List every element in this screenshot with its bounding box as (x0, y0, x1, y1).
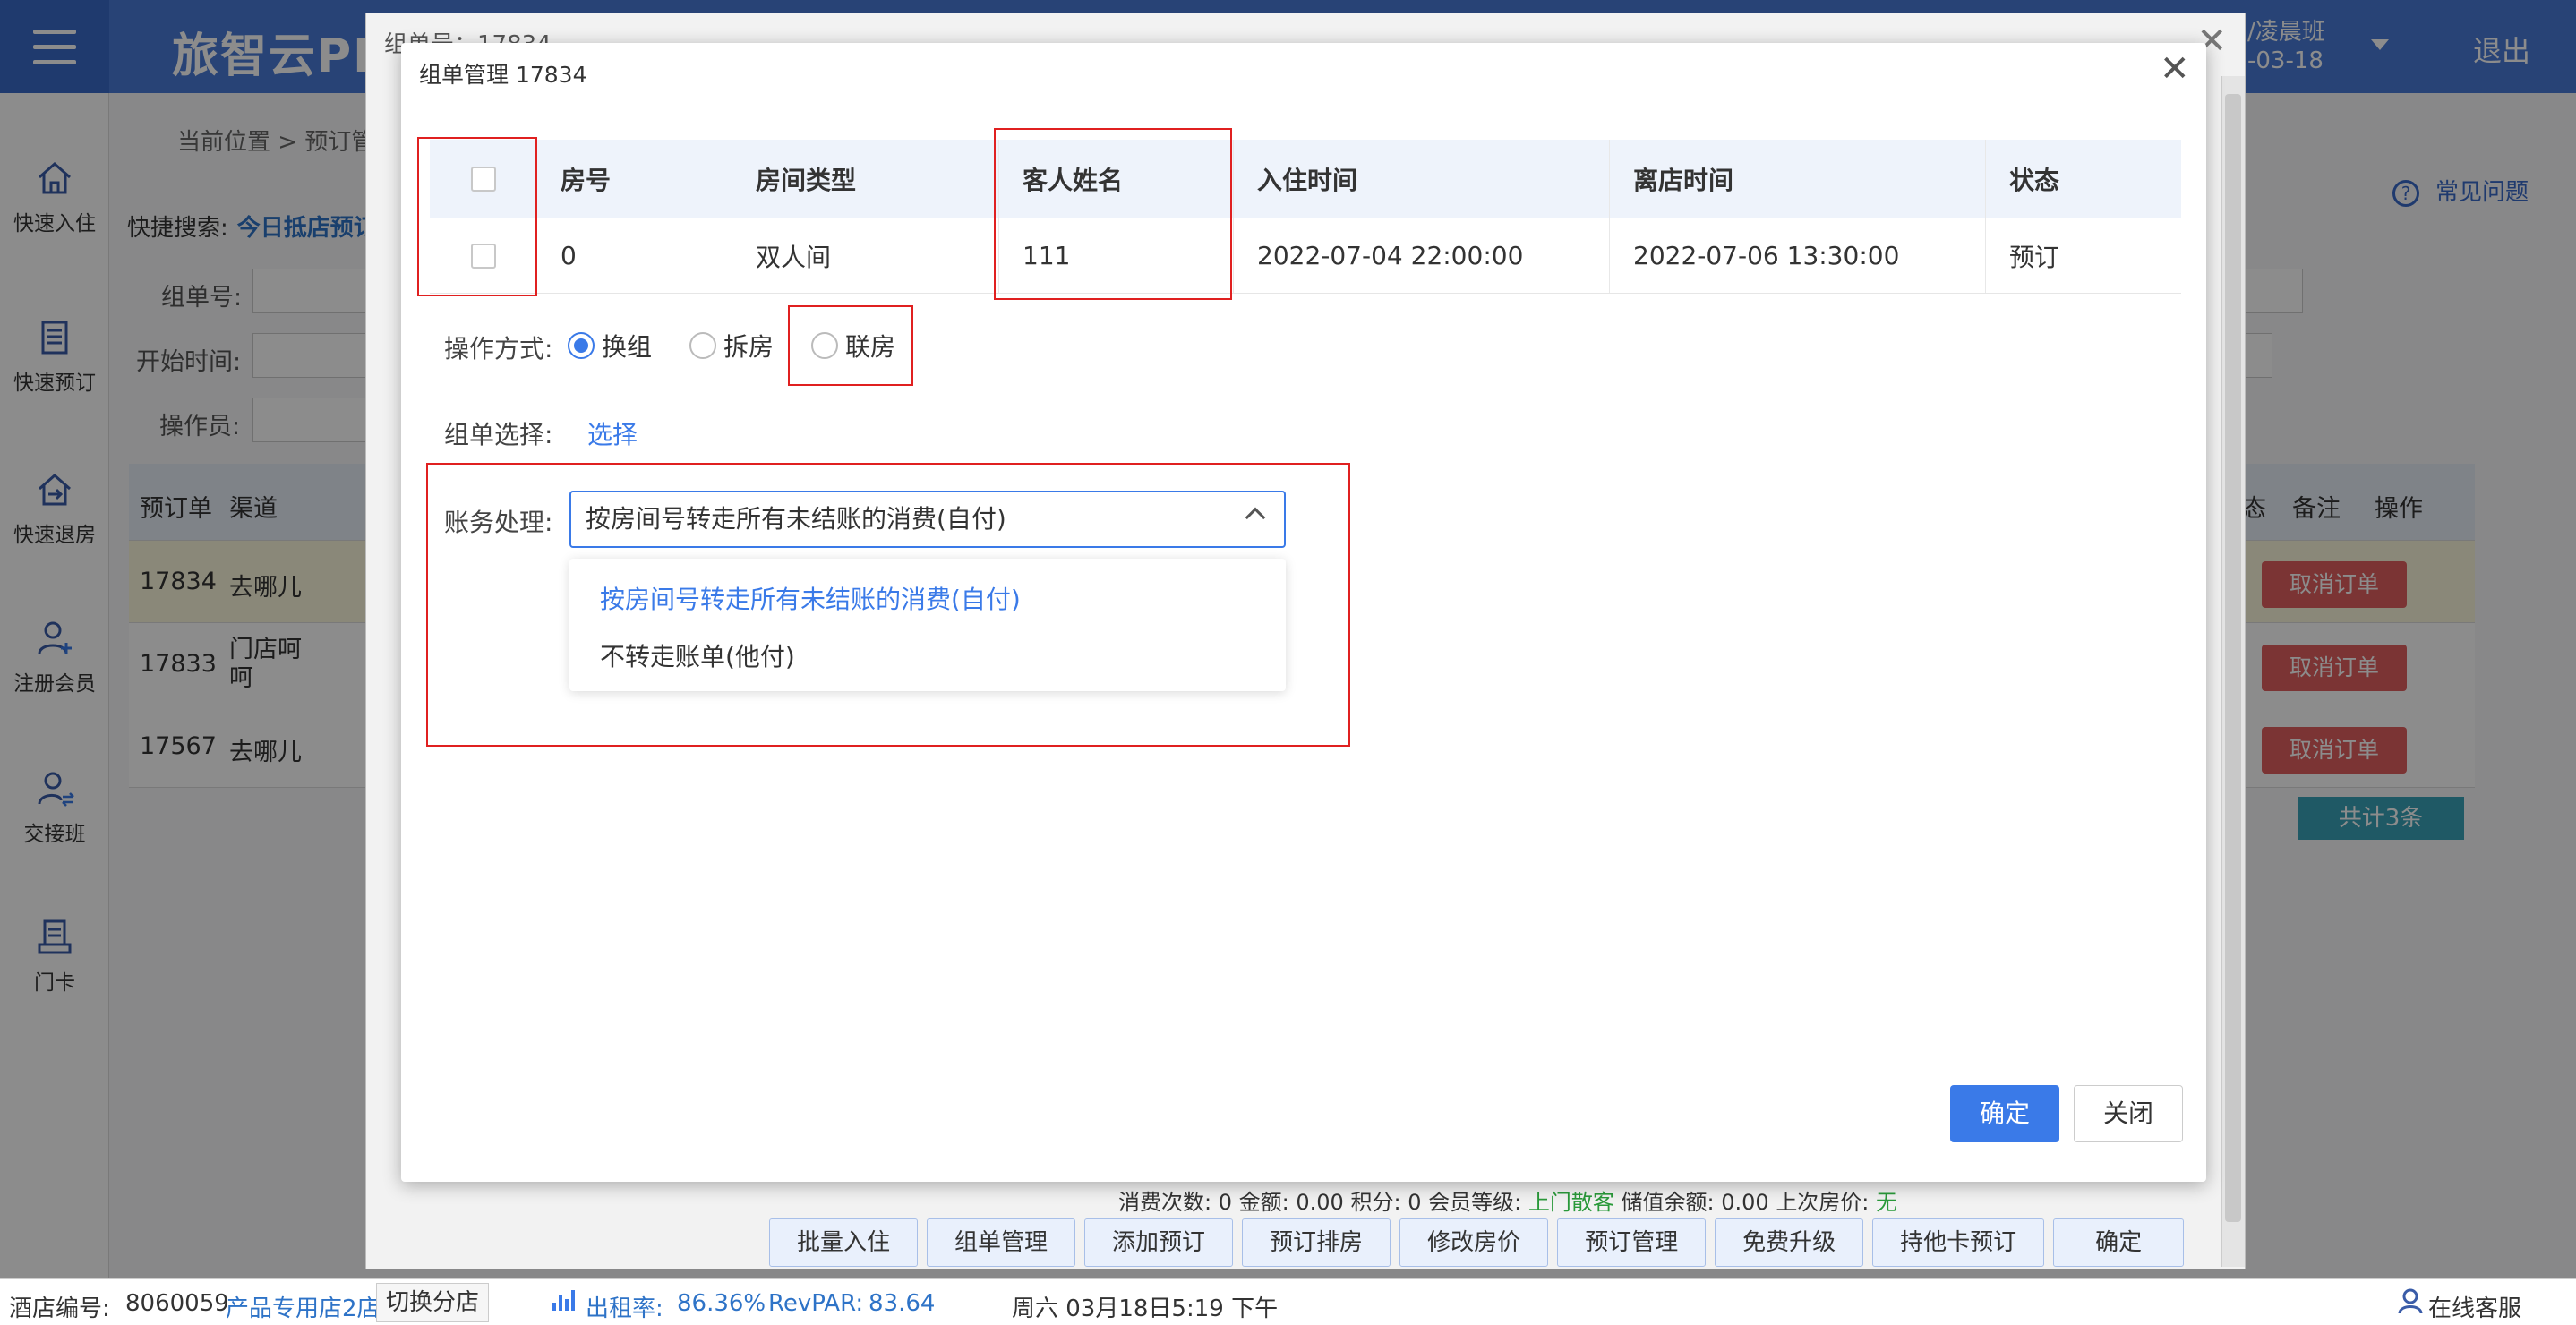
store-name[interactable]: 产品专用店2店 (226, 1290, 381, 1323)
cell-status: 预订 (2009, 242, 2060, 272)
hotel-id-label: 酒店编号: (9, 1295, 110, 1322)
date-time: 周六 03月18日5:19 下午 (1012, 1295, 1279, 1322)
group-select-label: 组单选择: (444, 420, 553, 449)
highlight-box-guest-name (994, 128, 1232, 300)
modify-price-button[interactable]: 修改房价 (1399, 1218, 1549, 1267)
modal-title: 组单管理 17834 (419, 62, 587, 88)
support-icon (2396, 1287, 2425, 1321)
highlight-box-link-room (788, 305, 913, 386)
hotel-id: 8060059 (125, 1290, 229, 1317)
outer-confirm-button[interactable]: 确定 (2053, 1218, 2185, 1267)
assign-room-button[interactable]: 预订排房 (1242, 1218, 1391, 1267)
operation-label: 操作方式: (444, 334, 553, 363)
revpar-value: 83.64 (869, 1290, 936, 1317)
occupancy-rate: 86.36% (677, 1290, 766, 1317)
scrollbar-thumb[interactable] (2225, 94, 2241, 1222)
status-bar: 酒店编号: 8060059 产品专用店2店 切换分店 出租率: 86.36% R… (0, 1278, 2576, 1325)
revpar-label: RevPAR: (768, 1290, 864, 1317)
radio-dot (568, 332, 595, 359)
table-row[interactable]: 0 双人间 111 2022-07-04 22:00:00 2022-07-06… (430, 218, 2181, 294)
outer-dialog-actions: 批量入住 组单管理 添加预订 预订排房 修改房价 预订管理 免费升级 持他卡预订… (769, 1218, 2185, 1267)
radio-swap-group[interactable]: 换组 (568, 328, 652, 363)
group-manage-button[interactable]: 组单管理 (927, 1218, 1076, 1267)
other-card-booking-button[interactable]: 持他卡预订 (1872, 1218, 2045, 1267)
batch-checkin-button[interactable]: 批量入住 (769, 1218, 919, 1267)
switch-store-button[interactable]: 切换分店 (376, 1283, 490, 1322)
column-room-type: 房间类型 (732, 140, 999, 218)
cell-room-number: 0 (537, 218, 732, 293)
column-checkin-time: 入住时间 (1234, 140, 1610, 218)
radio-split-room[interactable]: 拆房 (689, 328, 774, 363)
confirm-button[interactable]: 确定 (1950, 1085, 2059, 1142)
column-status: 状态 (2009, 166, 2060, 195)
close-icon[interactable]: ✕ (2160, 48, 2190, 90)
cell-checkin-time: 2022-07-04 22:00:00 (1234, 218, 1610, 293)
close-button[interactable]: 关闭 (2074, 1085, 2183, 1142)
modal-header: 组单管理 17834 ✕ (401, 43, 2206, 98)
highlight-box-account (426, 463, 1350, 747)
booking-manage-button[interactable]: 预订管理 (1557, 1218, 1707, 1267)
group-select-link[interactable]: 选择 (587, 415, 638, 451)
online-support-link[interactable]: 在线客服 (2428, 1290, 2521, 1323)
radio-dot (689, 332, 716, 359)
occupancy-label: 出租率: (586, 1295, 663, 1322)
chart-bar-icon (552, 1287, 578, 1320)
room-table-header: 房号 房间类型 客人姓名 入住时间 离店时间 状态 (430, 140, 2181, 218)
outer-scrollbar[interactable] (2221, 76, 2245, 1267)
column-room-number: 房号 (537, 140, 732, 218)
cell-room-type: 双人间 (732, 218, 999, 293)
column-checkout-time: 离店时间 (1610, 140, 1986, 218)
free-upgrade-button[interactable]: 免费升级 (1715, 1218, 1864, 1267)
member-summary: 消费次数: 0 金额: 0.00 积分: 0 会员等级: 上门散客 储值余额: … (1118, 1190, 1898, 1215)
highlight-box-checkbox (417, 137, 537, 296)
cell-checkout-time: 2022-07-06 13:30:00 (1610, 218, 1986, 293)
add-booking-button[interactable]: 添加预订 (1084, 1218, 1234, 1267)
